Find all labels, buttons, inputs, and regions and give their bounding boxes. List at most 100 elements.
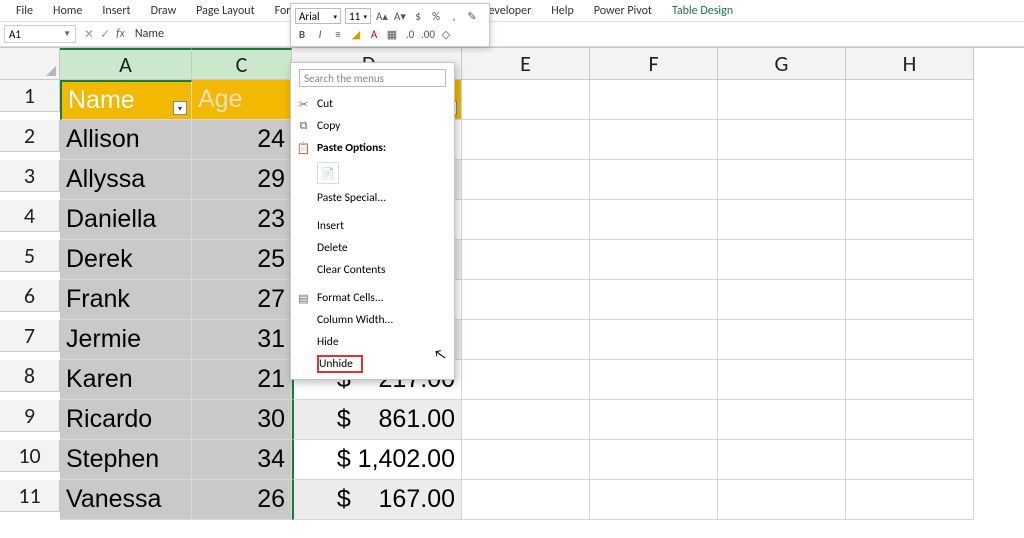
cell-a11[interactable]: Vanessa bbox=[60, 480, 192, 520]
cell-a3[interactable]: Allyssa bbox=[60, 160, 192, 200]
cell-c1[interactable]: Age bbox=[192, 80, 292, 120]
row-header-2[interactable]: 2 bbox=[0, 120, 60, 152]
tab-power-pivot[interactable]: Power Pivot bbox=[584, 1, 662, 21]
cell-g3[interactable] bbox=[718, 160, 846, 200]
cell-h8[interactable] bbox=[846, 360, 974, 400]
chevron-down-icon[interactable]: ▼ bbox=[63, 29, 71, 39]
font-color-icon[interactable]: A bbox=[367, 28, 381, 41]
row-header-3[interactable]: 3 bbox=[0, 160, 60, 192]
menu-cut[interactable]: ✂Cut bbox=[291, 93, 454, 115]
cell-c8[interactable]: 21 bbox=[192, 360, 292, 400]
cell-d11[interactable]: $ 167.00 bbox=[292, 480, 462, 520]
row-header-11[interactable]: 11 bbox=[0, 480, 60, 512]
filter-dropdown-icon[interactable]: ▾ bbox=[173, 101, 187, 115]
font-selector[interactable]: Arial▾ bbox=[295, 8, 341, 24]
format-painter-icon[interactable]: ✎ bbox=[465, 10, 479, 23]
cell-g11[interactable] bbox=[718, 480, 846, 520]
cell-g4[interactable] bbox=[718, 200, 846, 240]
cell-f4[interactable] bbox=[590, 200, 718, 240]
comma-icon[interactable]: , bbox=[447, 10, 461, 23]
cell-g7[interactable] bbox=[718, 320, 846, 360]
formula-content[interactable]: Name bbox=[135, 27, 164, 41]
cell-c6[interactable]: 27 bbox=[192, 280, 292, 320]
cell-c4[interactable]: 23 bbox=[192, 200, 292, 240]
cell-a5[interactable]: Derek bbox=[60, 240, 192, 280]
cell-h4[interactable] bbox=[846, 200, 974, 240]
menu-insert[interactable]: Insert bbox=[291, 215, 454, 237]
cell-h11[interactable] bbox=[846, 480, 974, 520]
menu-copy[interactable]: ⧉Copy bbox=[291, 115, 454, 137]
increase-decimal-icon[interactable]: .00 bbox=[421, 28, 435, 41]
cell-c10[interactable]: 34 bbox=[192, 440, 292, 480]
cell-d10[interactable]: $ 1,402.00 bbox=[292, 440, 462, 480]
fill-color-icon[interactable]: ◢ bbox=[349, 28, 363, 41]
font-size-selector[interactable]: 11▾ bbox=[345, 8, 371, 24]
cell-e3[interactable] bbox=[462, 160, 590, 200]
tab-file[interactable]: File bbox=[6, 1, 43, 21]
cell-f2[interactable] bbox=[590, 120, 718, 160]
cell-e6[interactable] bbox=[462, 280, 590, 320]
cell-f11[interactable] bbox=[590, 480, 718, 520]
bold-icon[interactable]: B bbox=[295, 28, 309, 41]
cell-c11[interactable]: 26 bbox=[192, 480, 292, 520]
col-header-g[interactable]: G bbox=[718, 48, 846, 80]
cell-f8[interactable] bbox=[590, 360, 718, 400]
cell-f7[interactable] bbox=[590, 320, 718, 360]
menu-delete[interactable]: Delete bbox=[291, 237, 454, 259]
col-header-f[interactable]: F bbox=[590, 48, 718, 80]
cell-c5[interactable]: 25 bbox=[192, 240, 292, 280]
cell-a4[interactable]: Daniella bbox=[60, 200, 192, 240]
tab-help[interactable]: Help bbox=[541, 1, 584, 21]
cell-a9[interactable]: Ricardo bbox=[60, 400, 192, 440]
menu-search-input[interactable]: Search the menus bbox=[299, 69, 446, 87]
cell-a8[interactable]: Karen bbox=[60, 360, 192, 400]
cell-h2[interactable] bbox=[846, 120, 974, 160]
cell-f3[interactable] bbox=[590, 160, 718, 200]
menu-format-cells[interactable]: ▤Format Cells... bbox=[291, 287, 454, 309]
cell-e5[interactable] bbox=[462, 240, 590, 280]
tab-insert[interactable]: Insert bbox=[92, 1, 140, 21]
cell-f9[interactable] bbox=[590, 400, 718, 440]
tab-page-layout[interactable]: Page Layout bbox=[186, 1, 264, 21]
cell-d9[interactable]: $ 861.00 bbox=[292, 400, 462, 440]
menu-paste-special[interactable]: Paste Special... bbox=[291, 187, 454, 209]
cell-f6[interactable] bbox=[590, 280, 718, 320]
cell-g10[interactable] bbox=[718, 440, 846, 480]
decrease-decimal-icon[interactable]: .0 bbox=[403, 28, 417, 41]
cell-a7[interactable]: Jermie bbox=[60, 320, 192, 360]
cell-f1[interactable] bbox=[590, 80, 718, 120]
percent-icon[interactable]: % bbox=[429, 10, 443, 23]
cell-e2[interactable] bbox=[462, 120, 590, 160]
tab-table-design[interactable]: Table Design bbox=[662, 1, 743, 21]
cell-h1[interactable] bbox=[846, 80, 974, 120]
cell-e10[interactable] bbox=[462, 440, 590, 480]
paste-option-values[interactable]: 📄 bbox=[291, 159, 454, 187]
fx-icon[interactable]: fx bbox=[116, 27, 125, 41]
cell-e8[interactable] bbox=[462, 360, 590, 400]
cell-e4[interactable] bbox=[462, 200, 590, 240]
cell-a1[interactable]: Name ▾ bbox=[60, 80, 192, 120]
row-header-8[interactable]: 8 bbox=[0, 360, 60, 392]
menu-clear-contents[interactable]: Clear Contents bbox=[291, 259, 454, 281]
cell-g2[interactable] bbox=[718, 120, 846, 160]
cell-g6[interactable] bbox=[718, 280, 846, 320]
cell-g9[interactable] bbox=[718, 400, 846, 440]
enter-icon[interactable]: ✓ bbox=[98, 27, 112, 42]
col-header-e[interactable]: E bbox=[462, 48, 590, 80]
tab-draw[interactable]: Draw bbox=[141, 1, 187, 21]
cell-h3[interactable] bbox=[846, 160, 974, 200]
cell-e7[interactable] bbox=[462, 320, 590, 360]
row-header-4[interactable]: 4 bbox=[0, 200, 60, 232]
cell-h5[interactable] bbox=[846, 240, 974, 280]
menu-column-width[interactable]: Column Width... bbox=[291, 309, 454, 331]
increase-font-icon[interactable]: A▴ bbox=[375, 10, 389, 23]
align-icon[interactable]: ≡ bbox=[331, 28, 345, 41]
cell-f5[interactable] bbox=[590, 240, 718, 280]
cell-g5[interactable] bbox=[718, 240, 846, 280]
cell-f10[interactable] bbox=[590, 440, 718, 480]
cell-a6[interactable]: Frank bbox=[60, 280, 192, 320]
cell-e9[interactable] bbox=[462, 400, 590, 440]
row-header-10[interactable]: 10 bbox=[0, 440, 60, 472]
cell-c2[interactable]: 24 bbox=[192, 120, 292, 160]
col-header-a[interactable]: A bbox=[60, 48, 192, 80]
